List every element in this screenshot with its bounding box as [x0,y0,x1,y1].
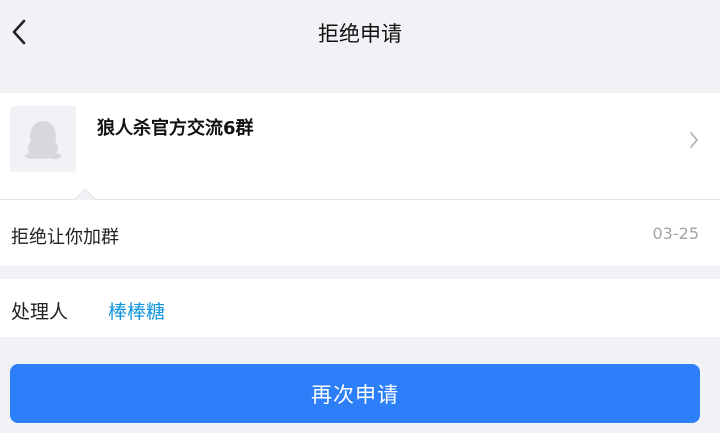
group-card[interactable]: 狼人杀官方交流6群 [0,93,720,200]
reapply-button[interactable]: 再次申请 [10,364,700,423]
group-avatar [10,106,76,172]
rejection-reason: 拒绝让你加群 [11,227,119,248]
handler-row: 处理人 棒棒糖 [0,279,720,337]
header-bar: 拒绝申请 [0,0,720,68]
page-title: 拒绝申请 [318,22,402,46]
handler-name-link[interactable]: 棒棒糖 [108,297,165,324]
handler-label: 处理人 [11,301,69,323]
pointer-notch [74,186,96,200]
rejection-date: 03-25 [652,224,700,243]
rejection-reason-row: 拒绝让你加群 03-25 [0,200,720,266]
chevron-right-icon [688,130,700,150]
qq-penguin-icon [25,121,61,159]
group-name: 狼人杀官方交流6群 [97,118,254,139]
